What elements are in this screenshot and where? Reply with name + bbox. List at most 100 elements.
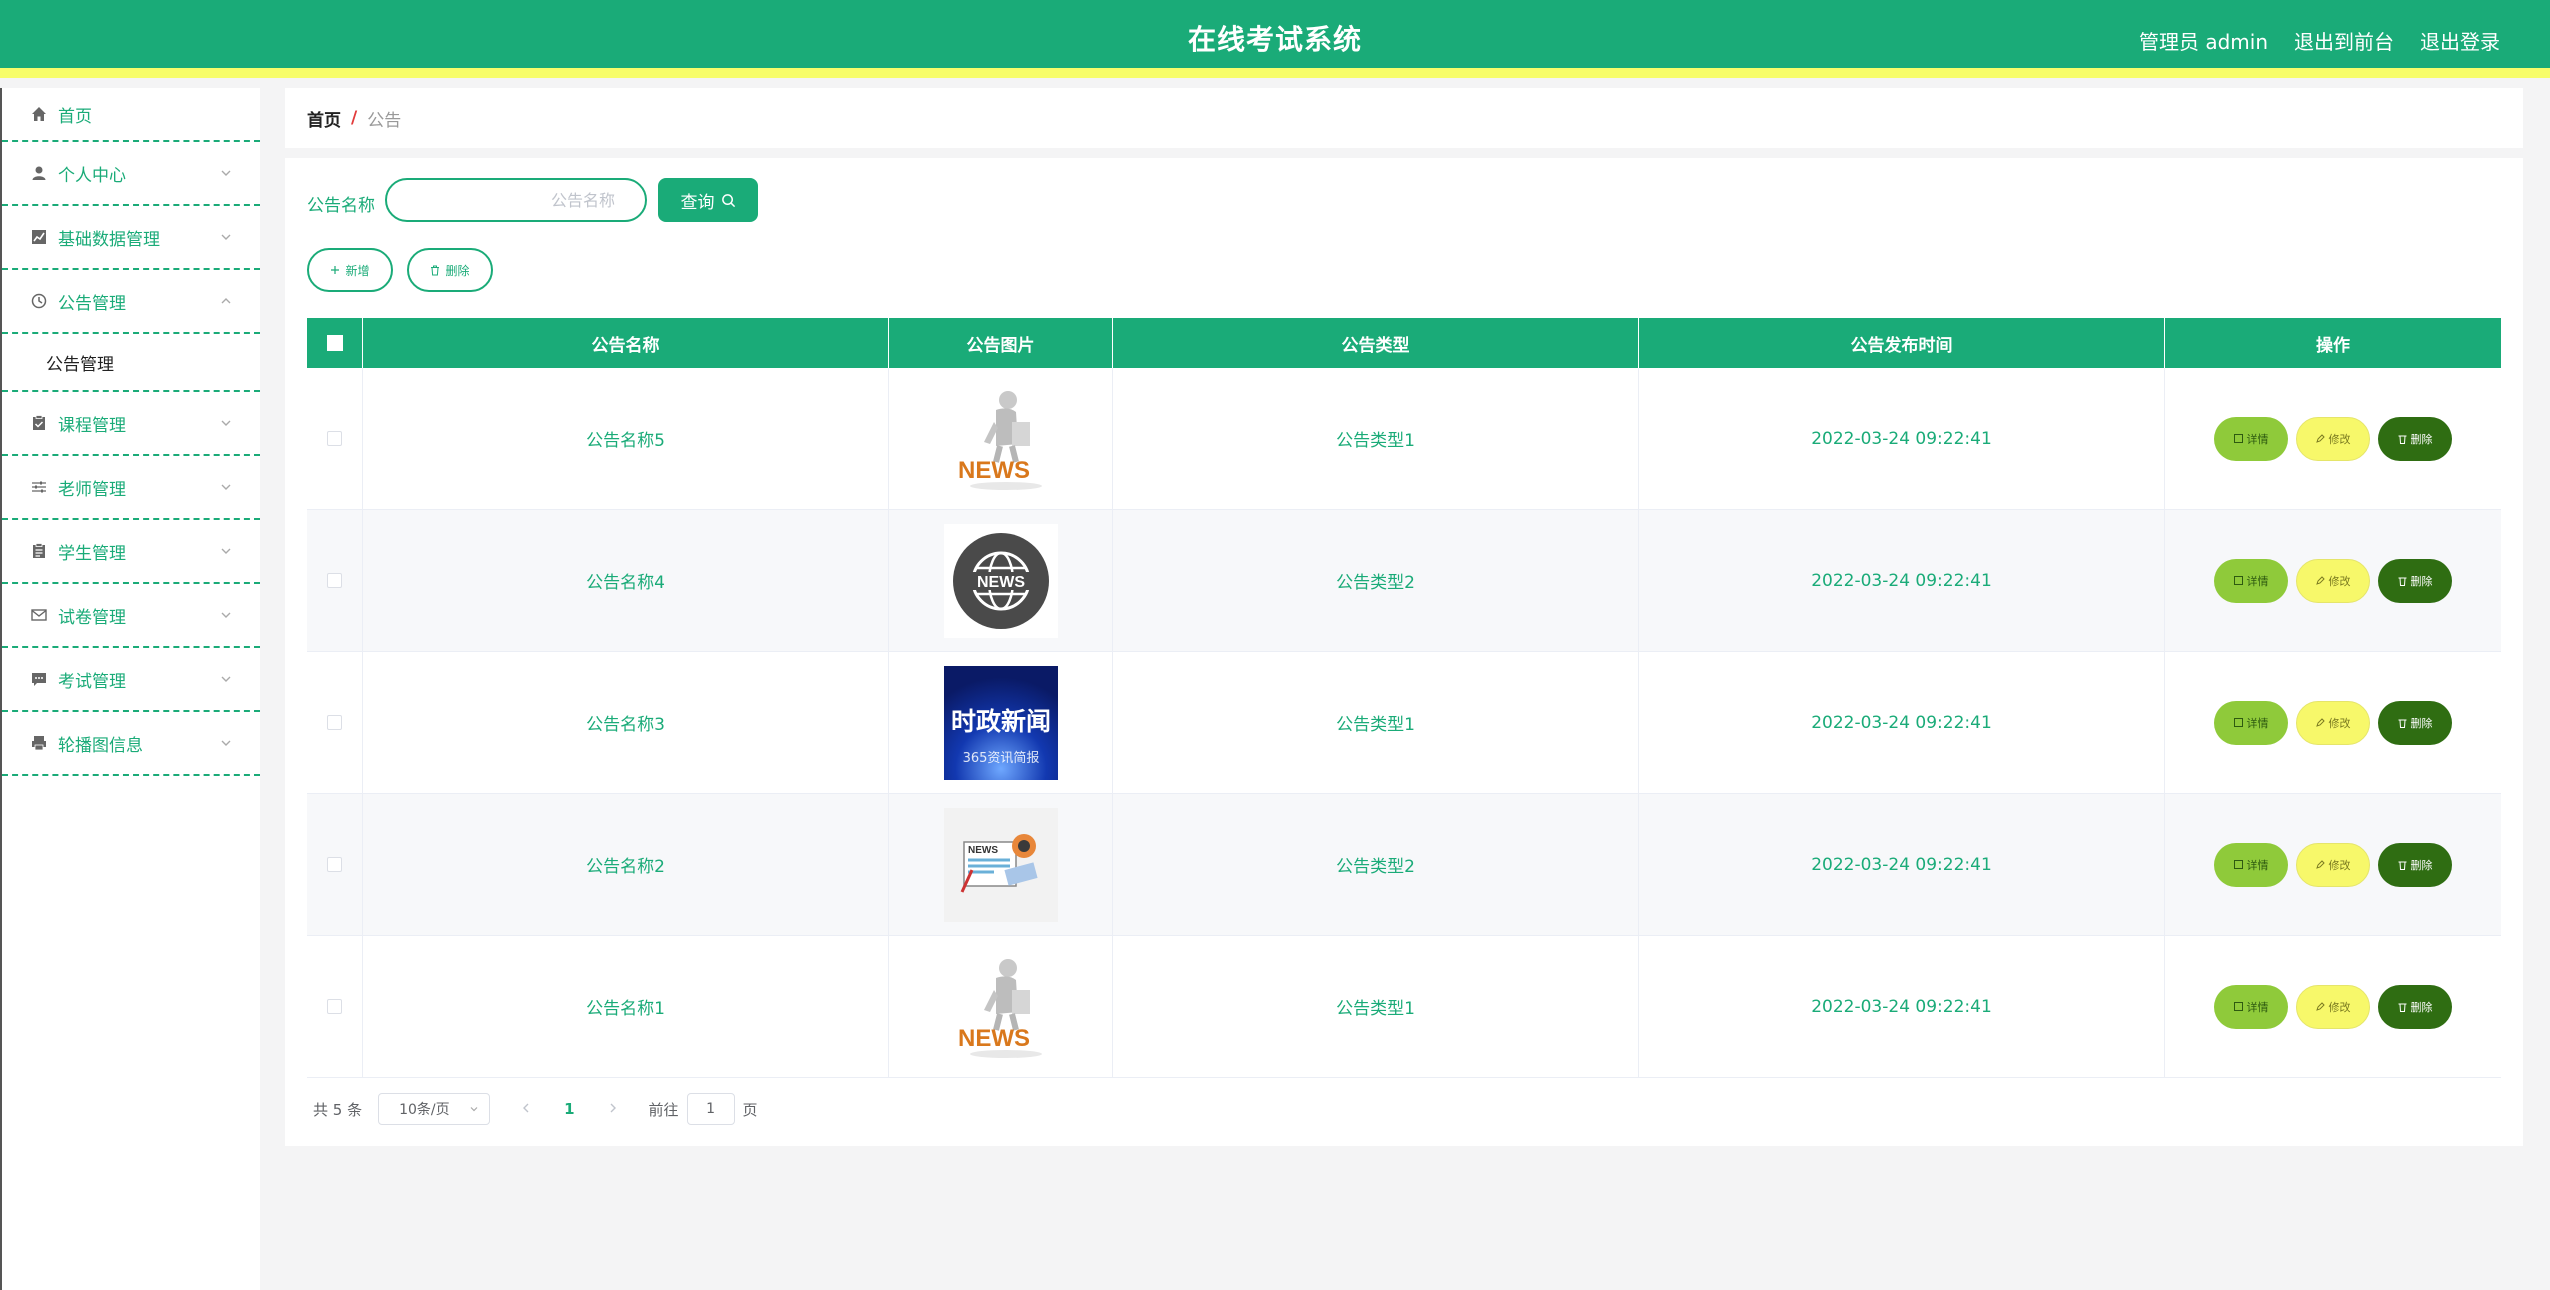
breadcrumb: 首页 / 公告 (285, 88, 2523, 148)
row-checkbox[interactable] (327, 715, 342, 730)
detail-button[interactable]: 详情 (2214, 984, 2288, 1029)
detail-button[interactable]: 详情 (2214, 842, 2288, 887)
query-button-label: 查询 (680, 192, 715, 213)
delete-button[interactable]: 删除 (2378, 416, 2452, 461)
chevron-down-icon (221, 740, 231, 746)
total-count: 共 5 条 (313, 1100, 363, 1119)
delete-button[interactable]: 删除 (2378, 558, 2452, 603)
batch-delete-button[interactable]: 删除 (407, 248, 493, 292)
chat-icon (30, 670, 48, 688)
sidebar-item-exam-paper[interactable]: 试卷管理 (2, 584, 260, 648)
chevron-down-icon (221, 234, 231, 240)
edit-button[interactable]: 修改 (2296, 842, 2370, 887)
notice-type: 公告类型1 (1113, 368, 1639, 509)
sidebar-item-student[interactable]: 学生管理 (2, 520, 260, 584)
breadcrumb-home[interactable]: 首页 (307, 106, 341, 131)
delete-button[interactable]: 删除 (2378, 842, 2452, 887)
chevron-left-icon (523, 1103, 529, 1113)
detail-icon (2233, 1002, 2243, 1011)
sidebar-item-label: 轮播图信息 (58, 735, 143, 756)
detail-button[interactable]: 详情 (2214, 700, 2288, 745)
edit-button[interactable]: 修改 (2296, 558, 2370, 603)
main-content: 公告名称 查询 新增 删除 公告名称 公告图片 公告类型 公告发布时间 操作 公… (285, 158, 2523, 1146)
page-size-value: 10条/页 (399, 1102, 450, 1118)
edit-icon (2315, 860, 2325, 869)
table-row: 公告名称1 NEWS 公告类型1 2022-03-24 09:22:41 详情 (307, 936, 2501, 1078)
header-links: 管理员 admin 退出到前台 退出登录 (2139, 26, 2500, 55)
sidebar-item-label: 学生管理 (58, 543, 126, 564)
detail-button[interactable]: 详情 (2214, 558, 2288, 603)
trash-icon (431, 265, 440, 275)
row-checkbox[interactable] (327, 999, 342, 1014)
sidebar-item-label: 老师管理 (58, 479, 126, 500)
sidebar-item-home[interactable]: 首页 (2, 88, 260, 142)
document-icon (30, 542, 48, 560)
sidebar-item-basic-data[interactable]: 基础数据管理 (2, 206, 260, 270)
news-text: NEWS (968, 845, 998, 856)
home-icon (30, 105, 48, 123)
sidebar-item-teacher[interactable]: 老师管理 (2, 456, 260, 520)
notice-name: 公告名称4 (363, 510, 889, 651)
notice-type: 公告类型1 (1113, 936, 1639, 1077)
news-text: NEWS (977, 574, 1025, 591)
sidebar-item-label: 公告管理 (58, 293, 126, 314)
edit-icon (2315, 434, 2325, 443)
edit-button[interactable]: 修改 (2296, 700, 2370, 745)
table-row: 公告名称5 NEWS 公告类型1 2022-03-24 09:22:41 详情 (307, 368, 2501, 510)
page-size-select[interactable]: 10条/页 (378, 1093, 491, 1125)
sidebar-item-carousel[interactable]: 轮播图信息 (2, 712, 260, 776)
next-page-button[interactable] (605, 1100, 621, 1118)
query-button[interactable]: 查询 (658, 178, 758, 222)
sidebar-item-label: 个人中心 (58, 165, 126, 186)
sidebar-item-label: 考试管理 (58, 671, 126, 692)
news-text: NEWS (958, 457, 1030, 484)
detail-icon (2233, 434, 2243, 443)
breadcrumb-separator: / (351, 108, 358, 128)
sidebar-item-personal[interactable]: 个人中心 (2, 142, 260, 206)
prev-page-button[interactable] (518, 1100, 534, 1118)
page-number[interactable]: 1 (564, 1100, 574, 1118)
clipboard-icon (30, 414, 48, 432)
row-checkbox[interactable] (327, 857, 342, 872)
edit-button[interactable]: 修改 (2296, 984, 2370, 1029)
logout-link[interactable]: 退出登录 (2420, 26, 2500, 55)
chevron-down-icon (221, 612, 231, 618)
row-checkbox[interactable] (327, 431, 342, 446)
edit-icon (2315, 576, 2325, 585)
notice-name: 公告名称2 (363, 794, 889, 935)
row-checkbox[interactable] (327, 573, 342, 588)
sidebar-item-course[interactable]: 课程管理 (2, 392, 260, 456)
news-paper-image: NEWS (943, 807, 1058, 922)
news-text: NEWS (958, 1025, 1030, 1052)
sidebar-item-label: 基础数据管理 (58, 229, 160, 250)
sidebar-item-exam[interactable]: 考试管理 (2, 648, 260, 712)
edit-icon (2315, 1002, 2325, 1011)
pagination: 共 5 条 10条/页 1 前往 页 (313, 1093, 758, 1125)
sidebar-item-notice[interactable]: 公告管理 (2, 270, 260, 334)
delete-button[interactable]: 删除 (2378, 984, 2452, 1029)
search-icon (721, 193, 735, 207)
trash-icon (2398, 719, 2406, 728)
sliders-icon (30, 478, 48, 496)
add-button[interactable]: 新增 (307, 248, 393, 292)
exit-to-front-link[interactable]: 退出到前台 (2294, 26, 2394, 55)
column-header-time: 公告发布时间 (1639, 318, 2165, 368)
notice-table: 公告名称 公告图片 公告类型 公告发布时间 操作 公告名称5 NEWS 公告类型… (307, 318, 2501, 1078)
notice-time: 2022-03-24 09:22:41 (1639, 510, 2165, 651)
trash-icon (2398, 1003, 2406, 1012)
add-button-label: 新增 (345, 263, 370, 278)
delete-button[interactable]: 删除 (2378, 700, 2452, 745)
select-all-checkbox[interactable] (326, 335, 343, 351)
search-label: 公告名称 (307, 196, 375, 216)
mail-icon (30, 606, 48, 624)
plus-icon (331, 266, 340, 274)
admin-user-link[interactable]: 管理员 admin (2139, 26, 2268, 55)
top-header: 在线考试系统 管理员 admin 退出到前台 退出登录 (0, 0, 2550, 78)
user-icon (30, 164, 48, 182)
submenu-item-notice-manage[interactable]: 公告管理 (2, 334, 260, 392)
goto-page-input[interactable] (686, 1093, 735, 1125)
edit-button[interactable]: 修改 (2296, 416, 2370, 461)
search-input[interactable] (385, 178, 647, 222)
notice-type: 公告类型1 (1113, 652, 1639, 793)
detail-button[interactable]: 详情 (2214, 416, 2288, 461)
